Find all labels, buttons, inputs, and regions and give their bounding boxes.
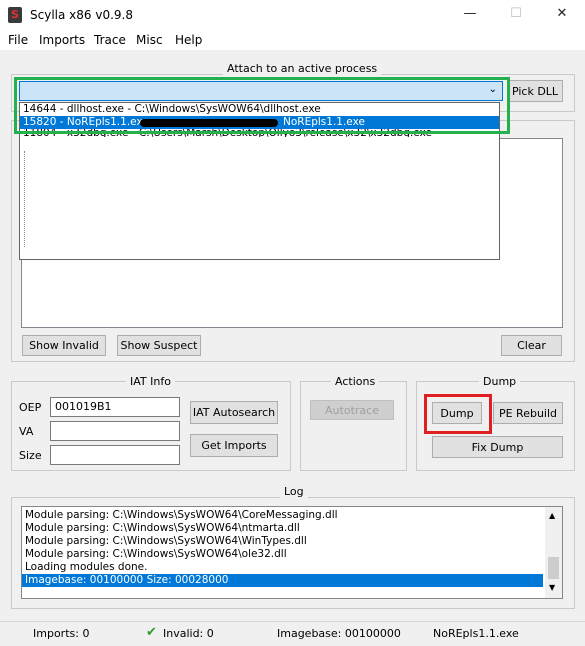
size-field[interactable] (50, 445, 180, 465)
menu-bar: File Imports Trace Misc Help (0, 30, 585, 50)
close-button[interactable]: ✕ (539, 0, 585, 30)
status-imagebase: Imagebase: 00100000 (277, 627, 401, 640)
log-label: Log (280, 485, 308, 498)
menu-file[interactable]: File (8, 33, 28, 47)
iat-info-label: IAT Info (126, 375, 175, 388)
status-bar: Imports: 0 ✔ Invalid: 0 Imagebase: 00100… (0, 621, 585, 646)
menu-imports[interactable]: Imports (39, 33, 85, 47)
green-highlight-box (14, 77, 510, 134)
fix-dump-button[interactable]: Fix Dump (432, 436, 563, 458)
size-label: Size (19, 449, 42, 462)
iat-autosearch-button[interactable]: IAT Autosearch (190, 401, 278, 424)
status-module: NoREpls1.1.exe (433, 627, 519, 640)
log-line: Module parsing: C:\Windows\SysWOW64\ntma… (25, 522, 300, 534)
maximize-button[interactable]: ☐ (493, 0, 539, 30)
autotrace-button[interactable]: Autotrace (310, 400, 394, 420)
log-line: Loading modules done. (25, 561, 148, 573)
show-suspect-button[interactable]: Show Suspect (117, 335, 201, 356)
scylla-app-icon: S (8, 7, 22, 23)
tree-guide-line (24, 151, 26, 247)
oep-label: OEP (19, 401, 42, 414)
log-line-selected: Imagebase: 00100000 Size: 00028000 (22, 574, 543, 587)
va-field[interactable] (50, 421, 180, 441)
clear-button[interactable]: Clear (501, 335, 562, 356)
status-invalid: Invalid: 0 (163, 627, 214, 640)
menu-trace[interactable]: Trace (94, 33, 126, 47)
attach-group-label: Attach to an active process (223, 62, 382, 75)
pe-rebuild-button[interactable]: PE Rebuild (493, 402, 563, 424)
log-line: Module parsing: C:\Windows\SysWOW64\Core… (25, 509, 338, 521)
va-label: VA (19, 425, 34, 438)
log-list[interactable]: Module parsing: C:\Windows\SysWOW64\Core… (21, 506, 563, 599)
show-invalid-button[interactable]: Show Invalid (22, 335, 106, 356)
minimize-button[interactable]: — (447, 0, 493, 30)
status-imports: Imports: 0 (33, 627, 90, 640)
actions-label: Actions (331, 375, 380, 388)
log-line: Module parsing: C:\Windows\SysWOW64\ole3… (25, 548, 287, 560)
pick-dll-button[interactable]: Pick DLL (507, 80, 563, 102)
window-title: Scylla x86 v0.9.8 (30, 8, 133, 22)
scroll-thumb[interactable] (548, 557, 559, 579)
dump-label: Dump (479, 375, 521, 388)
oep-field[interactable]: 001019B1 (50, 397, 180, 417)
title-bar: S Scylla x86 v0.9.8 — ☐ ✕ (0, 0, 585, 30)
scroll-up-icon[interactable]: ▲ (549, 511, 555, 520)
get-imports-button[interactable]: Get Imports (190, 434, 278, 457)
log-scrollbar[interactable]: ▲ ▼ (545, 507, 562, 598)
check-icon: ✔ (146, 625, 157, 640)
menu-help[interactable]: Help (175, 33, 202, 47)
log-line: Module parsing: C:\Windows\SysWOW64\WinT… (25, 535, 307, 547)
menu-misc[interactable]: Misc (136, 33, 163, 47)
scroll-down-icon[interactable]: ▼ (549, 583, 555, 592)
actions-group (300, 381, 407, 471)
red-highlight-box (424, 394, 492, 434)
